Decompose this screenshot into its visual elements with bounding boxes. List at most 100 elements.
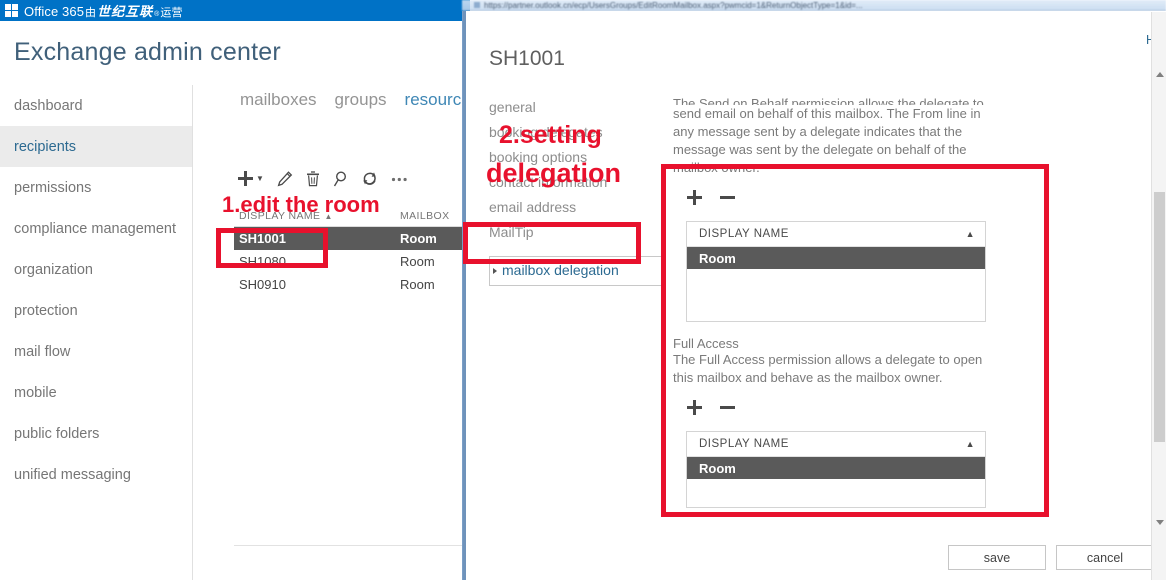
save-button[interactable]: save bbox=[948, 545, 1046, 570]
dialog-nav-item-mailbox-delegation[interactable]: mailbox delegation bbox=[489, 256, 664, 286]
dialog-nav-item-booking-options[interactable]: booking options bbox=[489, 145, 664, 170]
send-on-behalf-grid-header[interactable]: DISPLAY NAME ▲ bbox=[687, 222, 985, 247]
refresh-icon bbox=[363, 172, 376, 185]
sidebar-item-label: unified messaging bbox=[14, 466, 131, 483]
tab-mailboxes[interactable]: mailboxes bbox=[240, 90, 317, 110]
sidebar-item-label: mobile bbox=[14, 384, 57, 401]
sort-ascending-icon: ▲ bbox=[324, 211, 333, 221]
full-access-grid-empty-space bbox=[687, 479, 985, 507]
suite-brand-cn-suffix: 运营 bbox=[160, 7, 183, 19]
sort-ascending-icon: ▲ bbox=[965, 439, 975, 449]
app-launcher-icon[interactable] bbox=[5, 4, 18, 17]
chevron-down-icon[interactable]: ▼ bbox=[256, 174, 264, 183]
sidebar-item-permissions[interactable]: permissions bbox=[0, 167, 192, 208]
edit-button[interactable] bbox=[277, 170, 293, 187]
send-on-behalf-row[interactable]: Room bbox=[687, 247, 985, 269]
suite-brand-cn-prefix: 由 bbox=[85, 7, 97, 19]
tab-bar: mailboxes groups resources bbox=[240, 90, 479, 110]
sidebar-item-protection[interactable]: protection bbox=[0, 290, 192, 331]
list-toolbar: ▼ bbox=[237, 170, 408, 187]
table-row[interactable]: SH1001 Room bbox=[234, 227, 466, 250]
sidebar-item-label: dashboard bbox=[14, 97, 83, 114]
sidebar: dashboard recipients permissions compliance… bbox=[0, 85, 192, 580]
plus-icon bbox=[687, 190, 702, 205]
refresh-button[interactable] bbox=[361, 171, 378, 186]
scroll-down-arrow-icon[interactable] bbox=[1156, 520, 1164, 525]
scroll-up-arrow-icon[interactable] bbox=[1156, 72, 1164, 77]
sidebar-divider bbox=[192, 85, 193, 580]
screen-root: Office 365 由 世纪互联 ® 运营 Exchange admin ce… bbox=[0, 0, 1166, 580]
suite-brand-office: Office 365 bbox=[24, 4, 85, 19]
dialog-nav: general booking delegates booking options c… bbox=[489, 95, 664, 286]
dialog-nav-item-general[interactable]: general bbox=[489, 95, 664, 120]
sidebar-item-compliance-management[interactable]: compliance management bbox=[0, 208, 192, 249]
url-text: https://partner.outlook.cn/ecp/UsersGrou… bbox=[484, 0, 863, 10]
cancel-button[interactable]: cancel bbox=[1056, 545, 1154, 570]
table-row[interactable]: SH0910 Room bbox=[234, 273, 466, 296]
dialog-nav-item-label: MailTip bbox=[489, 224, 534, 240]
dialog-nav-item-MailTip[interactable]: MailTip bbox=[489, 220, 664, 245]
dialog-nav-item-booking-delegates[interactable]: booking delegates bbox=[489, 120, 664, 145]
trash-icon bbox=[306, 170, 319, 186]
send-on-behalf-add-button[interactable] bbox=[686, 189, 703, 211]
send-on-behalf-description: send email on behalf of this mailbox. Th… bbox=[673, 106, 981, 175]
send-on-behalf-description-clipped: The Send on Behalf permission allows the… bbox=[673, 95, 1003, 177]
sidebar-item-mail-flow[interactable]: mail flow bbox=[0, 331, 192, 372]
table-row[interactable]: SH1080 Room bbox=[234, 250, 466, 273]
full-access-grid-header-label: DISPLAY NAME bbox=[699, 438, 789, 450]
dialog-nav-item-label: email address bbox=[489, 199, 577, 215]
sort-ascending-icon: ▲ bbox=[965, 229, 975, 239]
full-access-grid-header[interactable]: DISPLAY NAME ▲ bbox=[687, 432, 985, 457]
sidebar-item-label: mail flow bbox=[14, 343, 71, 360]
full-access-grid: DISPLAY NAME ▲ Room bbox=[686, 431, 986, 508]
tab-groups[interactable]: groups bbox=[335, 90, 387, 110]
list-footer-divider bbox=[234, 545, 466, 546]
sidebar-item-mobile[interactable]: mobile bbox=[0, 372, 192, 413]
cell-display-name: SH0910 bbox=[239, 277, 286, 292]
delete-button[interactable] bbox=[306, 170, 320, 187]
full-access-description: The Full Access permission allows a dele… bbox=[673, 352, 983, 385]
sidebar-item-label: compliance management bbox=[14, 220, 177, 237]
scrollbar-thumb[interactable] bbox=[1154, 192, 1165, 442]
dialog-footer: save cancel bbox=[948, 545, 1154, 570]
sidebar-item-label: recipients bbox=[14, 138, 77, 155]
send-on-behalf-grid-header-label: DISPLAY NAME bbox=[699, 228, 789, 240]
plus-icon bbox=[687, 400, 702, 415]
dialog-nav-item-label: booking delegates bbox=[489, 124, 603, 140]
pencil-icon bbox=[277, 170, 293, 186]
dialog-nav-item-email-address[interactable]: email address bbox=[489, 195, 664, 220]
full-access-grid-rows: Room bbox=[687, 457, 985, 479]
page-title: Exchange admin center bbox=[14, 38, 281, 66]
send-on-behalf-remove-button[interactable] bbox=[719, 189, 736, 211]
ellipsis-icon bbox=[391, 177, 407, 181]
new-button[interactable]: ▼ bbox=[237, 170, 264, 187]
sidebar-item-unified-messaging[interactable]: unified messaging bbox=[0, 454, 192, 495]
dialog-nav-item-contact-information[interactable]: contact information bbox=[489, 170, 664, 195]
full-access-heading: Full Access bbox=[673, 336, 739, 351]
full-access-add-button[interactable] bbox=[686, 399, 703, 421]
search-button[interactable] bbox=[333, 170, 348, 187]
dialog-content: The Send on Behalf permission allows the… bbox=[673, 95, 1003, 508]
column-header-display-name[interactable]: DISPLAY NAME ▲ bbox=[234, 210, 400, 222]
sidebar-item-public-folders[interactable]: public folders bbox=[0, 413, 192, 454]
sidebar-item-label: permissions bbox=[14, 179, 92, 196]
dialog-left-frame bbox=[463, 11, 466, 580]
full-access-row[interactable]: Room bbox=[687, 457, 985, 479]
browser-url-bar[interactable]: https://partner.outlook.cn/ecp/UsersGrou… bbox=[462, 0, 1166, 11]
plus-icon bbox=[238, 171, 253, 186]
minus-icon bbox=[720, 196, 735, 199]
full-access-remove-button[interactable] bbox=[719, 399, 736, 421]
send-on-behalf-grid-rows: Room bbox=[687, 247, 985, 269]
column-header-mailbox[interactable]: MAILBOX bbox=[400, 210, 466, 222]
sidebar-item-organization[interactable]: organization bbox=[0, 249, 192, 290]
suite-brand: Office 365 由 世纪互联 ® 运营 bbox=[24, 1, 183, 20]
list-rows: SH1001 Room SH1080 Room SH0910 Room bbox=[234, 227, 466, 296]
sidebar-item-label: protection bbox=[14, 302, 78, 319]
search-icon bbox=[333, 170, 346, 186]
suite-brand-cn-bold: 世纪互联 bbox=[97, 4, 154, 19]
more-options-button[interactable] bbox=[391, 175, 408, 183]
cell-mailbox-type: Room bbox=[400, 277, 435, 292]
sidebar-item-dashboard[interactable]: dashboard bbox=[0, 85, 192, 126]
sidebar-item-recipients[interactable]: recipients bbox=[0, 126, 192, 167]
page-scrollbar[interactable] bbox=[1151, 12, 1166, 580]
